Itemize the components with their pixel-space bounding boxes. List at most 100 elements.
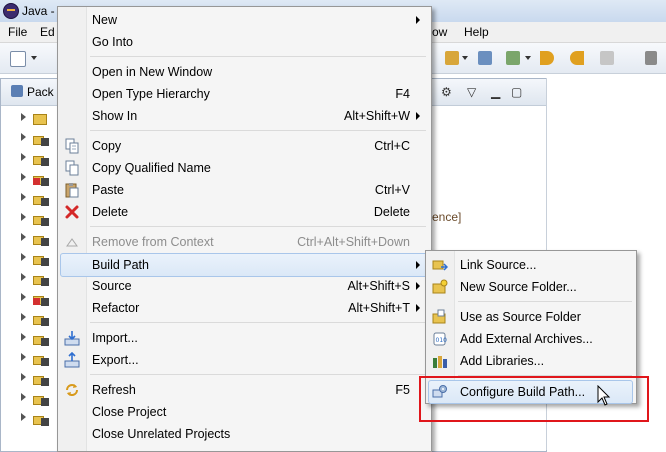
remove-context-icon [66,238,78,247]
maximize-icon[interactable]: ▢ [511,85,522,99]
menu-item-copy[interactable]: Copy Ctrl+C [60,135,428,157]
eclipse-app-icon [3,3,19,19]
submenu-arrow-icon [416,112,420,120]
copy-icon [65,138,79,154]
library-books-icon [433,356,447,368]
menu-item-delete[interactable]: Delete Delete [60,201,428,223]
new-file-icon[interactable] [10,51,26,67]
java-project-icon [33,390,49,406]
menu-item-source[interactable]: Source Alt+Shift+S [60,275,428,297]
new-dropdown-icon[interactable] [31,56,37,60]
submenu-arrow-icon [416,304,420,312]
menu-item-paste[interactable]: Paste Ctrl+V [60,179,428,201]
open-type-dropdown-icon[interactable] [462,56,468,60]
submenu-item-add-external-archives[interactable]: 010 Add External Archives... [428,328,633,350]
next-annotation-icon[interactable] [506,51,520,65]
menu-item-refactor[interactable]: Refactor Alt+Shift+T [60,297,428,319]
expand-twisty-icon[interactable] [21,113,26,121]
expand-twisty-icon[interactable] [21,333,26,341]
java-project-icon [33,410,49,426]
expand-twisty-icon[interactable] [21,373,26,381]
mouse-cursor-icon [597,385,611,406]
use-as-source-folder-icon [432,309,446,324]
menu-item-copy-qualified-name[interactable]: Copy Qualified Name [60,157,428,179]
package-explorer-tab-icon [11,85,23,97]
java-project-icon [33,310,49,326]
highlight-rectangle [419,376,649,422]
java-project-icon [33,230,49,246]
expand-twisty-icon[interactable] [21,133,26,141]
menu-item-import[interactable]: Import... [60,327,428,349]
paste-icon [65,183,79,198]
expand-twisty-icon[interactable] [21,273,26,281]
menu-item-show-in[interactable]: Show In Alt+Shift+W [60,105,428,127]
pin-editor-icon[interactable] [645,51,657,65]
import-icon [64,331,80,346]
submenu-arrow-icon [416,282,420,290]
menu-item-go-into[interactable]: Go Into [60,31,428,53]
minimize-icon[interactable]: ▁ [491,85,500,99]
forward-arrow-icon[interactable] [570,51,584,65]
new-source-folder-icon [432,279,448,294]
expand-twisty-icon[interactable] [21,413,26,421]
menu-help[interactable]: Help [464,25,489,39]
expand-twisty-icon[interactable] [21,153,26,161]
java-project-icon [33,270,49,286]
menu-item-build-path[interactable]: Build Path [60,253,428,277]
expand-twisty-icon[interactable] [21,233,26,241]
java-project-icon [33,130,49,146]
nav-forward-icon[interactable] [600,51,614,65]
submenu-item-use-as-source-folder[interactable]: Use as Source Folder [428,306,633,328]
menu-item-open-type-hierarchy[interactable]: Open Type Hierarchy F4 [60,83,428,105]
menu-edit[interactable]: Ed [40,25,55,39]
open-type-icon[interactable] [445,51,459,65]
svg-text:010: 010 [436,337,448,344]
jar-archive-icon: 010 [433,332,448,346]
submenu-item-new-source-folder[interactable]: New Source Folder... [428,276,633,298]
window-title: Java - [22,4,55,18]
menu-item-remove-from-context: Remove from Context Ctrl+Alt+Shift+Down [60,231,428,253]
menu-separator [90,56,426,57]
submenu-separator [458,301,632,302]
menu-window[interactable]: ow [432,25,447,39]
java-project-icon [33,370,49,386]
menu-item-refresh[interactable]: Refresh F5 [60,379,428,401]
expand-twisty-icon[interactable] [21,173,26,181]
submenu-arrow-icon [416,261,420,269]
view-menu-icon[interactable]: ▽ [467,85,476,99]
expand-twisty-icon[interactable] [21,393,26,401]
expand-twisty-icon[interactable] [21,213,26,221]
expand-twisty-icon[interactable] [21,253,26,261]
submenu-item-add-libraries[interactable]: Add Libraries... [428,350,633,372]
back-arrow-icon[interactable] [540,51,554,65]
expand-twisty-icon[interactable] [21,293,26,301]
java-project-icon [33,210,49,226]
menu-separator [90,374,426,375]
java-project-icon [33,190,49,206]
java-project-icon [33,150,49,166]
java-project-icon [33,330,49,346]
copy-qualified-name-icon [65,160,79,176]
menu-file[interactable]: File [8,25,27,39]
search-icon[interactable] [478,51,492,65]
package-explorer-tab[interactable]: Pack [27,85,54,99]
menu-item-new[interactable]: New [60,9,428,31]
export-icon [64,352,80,368]
submenu-item-link-source[interactable]: Link Source... [428,254,633,276]
collapse-all-icon[interactable]: ⚙ [441,85,452,99]
submenu-arrow-icon [416,16,420,24]
link-source-icon [432,260,448,271]
java-project-icon [33,250,49,266]
java-project-icon [33,350,49,366]
menu-item-close-project[interactable]: Close Project [60,401,428,423]
menu-item-export[interactable]: Export... [60,349,428,371]
expand-twisty-icon[interactable] [21,313,26,321]
annotation-dropdown-icon[interactable] [525,56,531,60]
expand-twisty-icon[interactable] [21,193,26,201]
menu-separator [90,226,426,227]
expand-twisty-icon[interactable] [21,353,26,361]
context-menu: New Go Into Open in New Window Open Type… [57,6,432,452]
menu-separator [90,322,426,323]
menu-item-close-unrelated-projects[interactable]: Close Unrelated Projects [60,423,428,445]
menu-item-open-new-window[interactable]: Open in New Window [60,61,428,83]
